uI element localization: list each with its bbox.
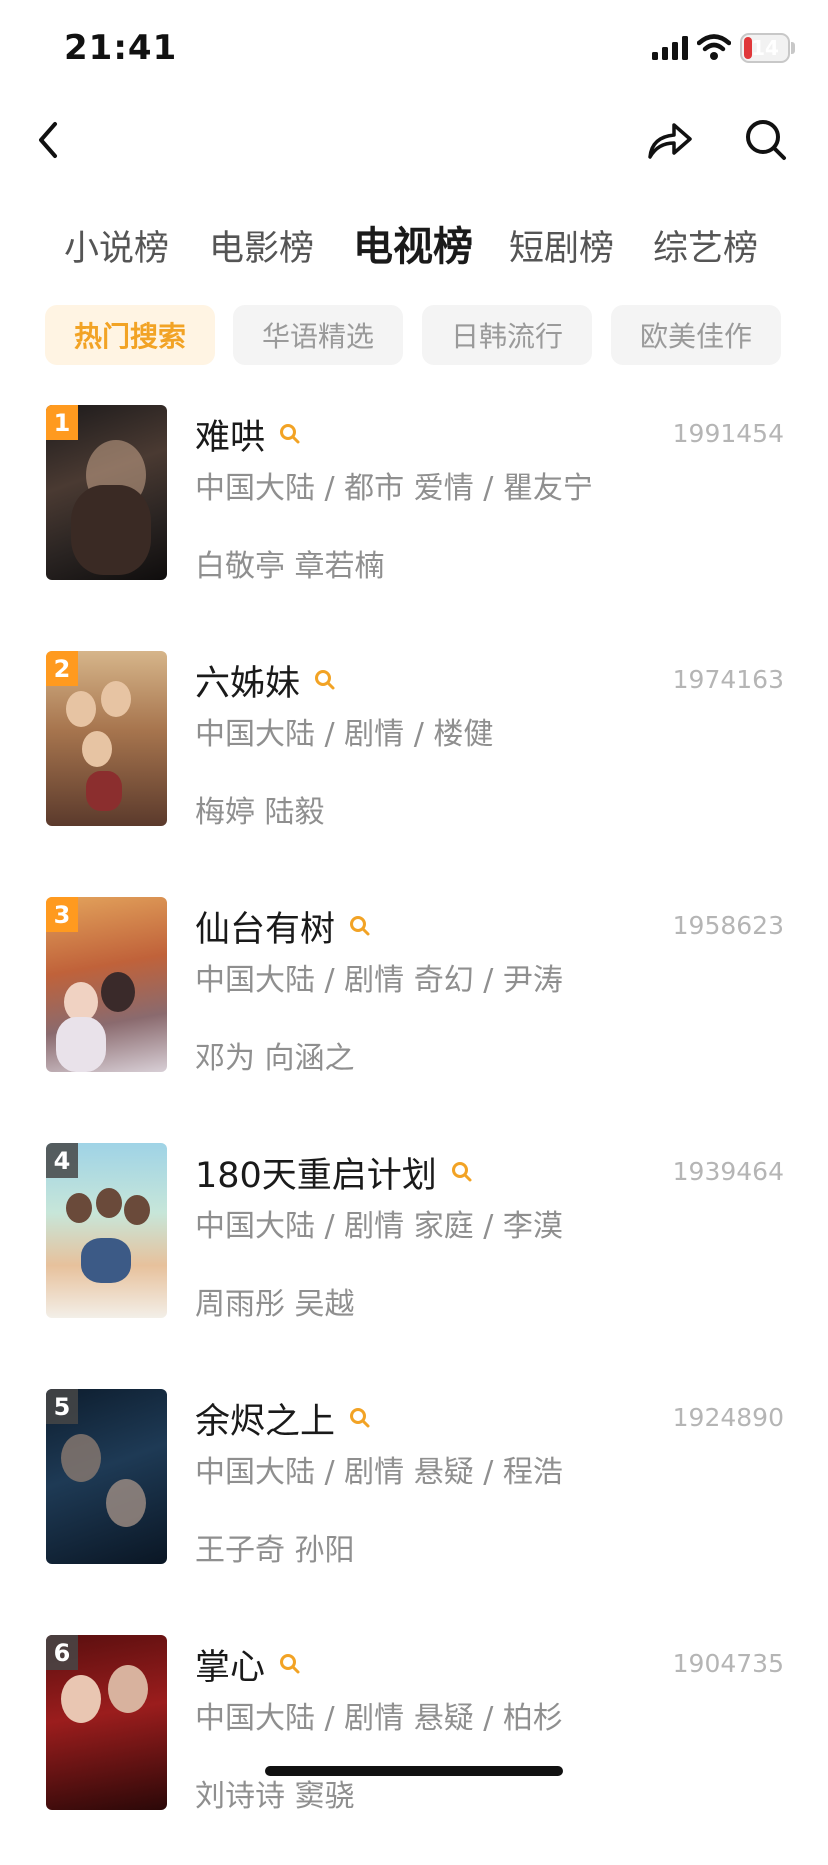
item-cast: 王子奇 孙阳 <box>195 1533 355 1568</box>
back-button[interactable] <box>18 110 78 170</box>
search-icon[interactable] <box>314 669 336 691</box>
battery-level: 14 <box>751 36 779 60</box>
search-icon <box>746 120 786 160</box>
poster-image: 6 <box>46 1635 167 1810</box>
tab-variety[interactable]: 综艺榜 <box>653 220 758 271</box>
poster-image: 1 <box>46 405 167 580</box>
share-icon <box>648 123 692 159</box>
rank-badge: 5 <box>46 1389 78 1424</box>
poster-image: 4 <box>46 1143 167 1318</box>
list-item[interactable]: 2 六姊妹 1974163 中国大陆 / 剧情 / 楼健 梅婷 陆毅 <box>0 651 828 881</box>
item-title: 六姊妹 <box>195 663 301 704</box>
tab-novel[interactable]: 小说榜 <box>64 220 169 271</box>
rank-badge: 4 <box>46 1143 78 1178</box>
chip-hot-search[interactable]: 热门搜索 <box>45 305 215 365</box>
chevron-left-icon <box>39 122 57 158</box>
search-icon[interactable] <box>451 1161 473 1183</box>
item-cast: 周雨彤 吴越 <box>195 1287 355 1322</box>
chip-chinese-picks[interactable]: 华语精选 <box>233 305 403 365</box>
item-cast: 邓为 向涵之 <box>195 1041 355 1076</box>
chip-japan-korea[interactable]: 日韩流行 <box>422 305 592 365</box>
cellular-signal-icon <box>652 36 688 60</box>
item-meta: 中国大陆 / 剧情 奇幻 / 尹涛 <box>195 963 563 998</box>
search-icon[interactable] <box>279 1653 301 1675</box>
list-item[interactable]: 3 仙台有树 1958623 中国大陆 / 剧情 奇幻 / 尹涛 邓为 向涵之 <box>0 897 828 1127</box>
rank-badge: 3 <box>46 897 78 932</box>
status-time: 21:41 <box>64 28 178 68</box>
heat-count: 1904735 <box>672 1649 784 1678</box>
nav-bar <box>0 100 828 180</box>
item-meta: 中国大陆 / 剧情 家庭 / 李漠 <box>195 1209 563 1244</box>
rank-badge: 1 <box>46 405 78 440</box>
poster-image: 3 <box>46 897 167 1072</box>
filter-chips: 热门搜索 华语精选 日韩流行 欧美佳作 <box>0 305 828 365</box>
rank-badge: 2 <box>46 651 78 686</box>
share-button[interactable] <box>640 110 700 170</box>
item-title: 掌心 <box>195 1647 266 1688</box>
heat-count: 1939464 <box>672 1157 784 1186</box>
list-item[interactable]: 5 余烬之上 1924890 中国大陆 / 剧情 悬疑 / 程浩 王子奇 孙阳 <box>0 1389 828 1619</box>
item-title: 余烬之上 <box>195 1401 336 1442</box>
search-icon[interactable] <box>279 423 301 445</box>
rank-badge: 6 <box>46 1635 78 1670</box>
heat-count: 1924890 <box>672 1403 784 1432</box>
list-item[interactable]: 4 180天重启计划 1939464 中国大陆 / 剧情 家庭 / 李漠 周雨彤… <box>0 1143 828 1373</box>
item-meta: 中国大陆 / 剧情 悬疑 / 柏杉 <box>195 1701 563 1736</box>
heat-count: 1991454 <box>672 419 784 448</box>
heat-count: 1974163 <box>672 665 784 694</box>
list-item[interactable]: 1 难哄 1991454 中国大陆 / 都市 爱情 / 瞿友宁 白敬亭 章若楠 <box>0 405 828 635</box>
item-cast: 梅婷 陆毅 <box>195 795 325 830</box>
wifi-icon <box>697 34 731 60</box>
search-icon[interactable] <box>349 1407 371 1429</box>
poster-image: 5 <box>46 1389 167 1564</box>
search-icon[interactable] <box>349 915 371 937</box>
search-button[interactable] <box>736 110 796 170</box>
tab-movie[interactable]: 电影榜 <box>209 220 314 271</box>
category-tabs: 小说榜 电影榜 电视榜 短剧榜 综艺榜 <box>0 210 828 290</box>
item-title: 仙台有树 <box>195 909 336 950</box>
item-meta: 中国大陆 / 都市 爱情 / 瞿友宁 <box>195 471 593 506</box>
poster-image: 2 <box>46 651 167 826</box>
home-indicator <box>265 1766 563 1776</box>
item-title: 180天重启计划 <box>195 1155 437 1196</box>
item-meta: 中国大陆 / 剧情 悬疑 / 程浩 <box>195 1455 563 1490</box>
item-title: 难哄 <box>195 417 266 458</box>
battery-icon: 14 <box>740 33 790 63</box>
tab-tv[interactable]: 电视榜 <box>353 214 473 272</box>
tab-short-drama[interactable]: 短剧榜 <box>509 220 614 271</box>
list-item[interactable]: 6 掌心 1904735 中国大陆 / 剧情 悬疑 / 柏杉 刘诗诗 窦骁 <box>0 1635 828 1865</box>
chip-western[interactable]: 欧美佳作 <box>611 305 781 365</box>
heat-count: 1958623 <box>672 911 784 940</box>
status-bar: 21:41 14 <box>0 0 828 100</box>
item-cast: 白敬亭 章若楠 <box>195 549 385 584</box>
item-meta: 中国大陆 / 剧情 / 楼健 <box>195 717 494 752</box>
item-cast: 刘诗诗 窦骁 <box>195 1779 355 1814</box>
battery-cap <box>791 42 795 54</box>
